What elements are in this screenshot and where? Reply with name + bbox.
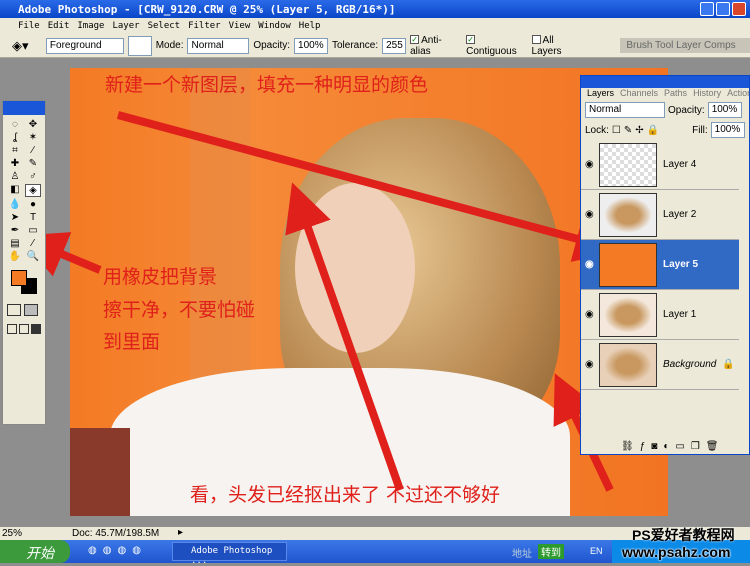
lock-icon: 🔒 bbox=[722, 359, 735, 370]
arrow-to-hair bbox=[285, 182, 404, 492]
watermark-line2: www.psahz.com bbox=[622, 544, 731, 560]
address-label: 地址 bbox=[512, 549, 532, 560]
layer-row-layer2[interactable]: ◉ Layer 2 bbox=[581, 190, 739, 240]
type-tool-icon[interactable]: T bbox=[25, 212, 41, 223]
eye-icon[interactable]: ◉ bbox=[585, 309, 594, 320]
layer-row-background[interactable]: ◉ Background 🔒 bbox=[581, 340, 739, 390]
layers-panel: Layers Channels Paths History Actions No… bbox=[580, 75, 750, 455]
quickmask-mode-icon[interactable] bbox=[24, 304, 38, 316]
layer-row-layer1[interactable]: ◉ Layer 1 bbox=[581, 290, 739, 340]
brush-tool-icon[interactable]: ✎ bbox=[25, 158, 41, 169]
eye-icon[interactable]: ◉ bbox=[585, 159, 594, 170]
layer-thumbnail bbox=[599, 242, 657, 287]
shape-tool-icon[interactable]: ▭ bbox=[25, 225, 41, 236]
fill-input[interactable]: 100% bbox=[710, 122, 745, 138]
ie-icon[interactable]: ◍ bbox=[88, 545, 97, 556]
eyedropper-tool-icon[interactable]: ⁄ bbox=[25, 238, 41, 249]
full-screen-menu-icon[interactable] bbox=[19, 324, 29, 334]
watermark-line1: PS爱好者教程网 bbox=[632, 527, 735, 543]
tab-history[interactable]: History bbox=[693, 88, 721, 100]
layer-name: Layer 5 bbox=[663, 259, 699, 270]
tab-paths[interactable]: Paths bbox=[664, 88, 687, 100]
marquee-tool-icon[interactable]: ◌ bbox=[7, 119, 23, 130]
layer-row-layer5[interactable]: ◉ Layer 5 bbox=[581, 240, 739, 290]
dodge-tool-icon[interactable]: ● bbox=[25, 199, 41, 210]
crop-tool-icon[interactable]: ⌗ bbox=[7, 145, 23, 156]
path-select-icon[interactable]: ➤ bbox=[7, 212, 23, 223]
move-tool-icon[interactable]: ✥ bbox=[25, 119, 41, 130]
eye-icon[interactable]: ◉ bbox=[585, 259, 594, 270]
layer-opacity-input[interactable]: 100% bbox=[707, 102, 742, 118]
status-menu-arrow-icon[interactable]: ▸ bbox=[178, 527, 183, 538]
lock-paint-icon[interactable]: ✎ bbox=[624, 125, 632, 136]
zoom-level[interactable]: 25% bbox=[2, 528, 22, 539]
lock-all-icon[interactable]: 🔒 bbox=[647, 125, 659, 136]
paint-bucket-tool-icon[interactable]: ◈ bbox=[25, 184, 41, 197]
adjustment-icon[interactable]: ◐ bbox=[663, 441, 669, 452]
lasso-tool-icon[interactable]: ʆ bbox=[7, 132, 23, 143]
history-brush-icon[interactable]: ♂ bbox=[25, 171, 41, 182]
layer-thumbnail bbox=[599, 142, 657, 187]
new-layer-icon[interactable]: ❐ bbox=[691, 441, 700, 452]
lock-position-icon[interactable]: ✢ bbox=[635, 125, 643, 136]
layer-thumbnail bbox=[599, 342, 657, 387]
layer-name: Background bbox=[663, 359, 717, 370]
arrow-to-eraser bbox=[17, 232, 102, 277]
layer-name: Layer 1 bbox=[663, 309, 697, 320]
pen-tool-icon[interactable]: ✒ bbox=[7, 225, 23, 236]
go-button[interactable]: 转到 bbox=[538, 544, 564, 559]
lock-transparency-icon[interactable]: ☐ bbox=[612, 125, 621, 136]
arrow-to-layer5 bbox=[116, 111, 624, 262]
eye-icon[interactable]: ◉ bbox=[585, 359, 594, 370]
full-screen-icon[interactable] bbox=[31, 324, 41, 334]
lock-label: Lock: bbox=[585, 124, 609, 136]
ie-icon[interactable]: ◍ bbox=[132, 545, 141, 556]
blur-tool-icon[interactable]: 💧 bbox=[7, 199, 23, 210]
annotation-left-3: 到里面 bbox=[103, 331, 161, 353]
new-set-icon[interactable]: ▭ bbox=[675, 441, 684, 452]
healing-tool-icon[interactable]: ✚ bbox=[7, 158, 23, 169]
toolbox-header[interactable] bbox=[3, 101, 45, 115]
fill-label: Fill: bbox=[692, 124, 708, 136]
layer-thumbnail bbox=[599, 192, 657, 237]
mask-icon[interactable]: ◙ bbox=[651, 441, 657, 452]
annotation-top: 新建一个新图层，填充一种明显的颜色 bbox=[105, 74, 429, 96]
blend-mode-select[interactable]: Normal bbox=[585, 102, 665, 118]
layer-name: Layer 2 bbox=[663, 209, 697, 220]
eye-icon[interactable]: ◉ bbox=[585, 209, 594, 220]
panel-header[interactable] bbox=[581, 76, 749, 88]
layer-style-icon[interactable]: ƒ bbox=[640, 441, 646, 452]
toolbox: ◌ ✥ ʆ ✶ ⌗ ∕ ✚ ✎ ♙ ♂ ◧ ◈ 💧 ● ➤ T ✒ ▭ ▤ ⁄ ✋ 🔍 bbox=[2, 100, 46, 425]
trash-icon[interactable]: 🗑 bbox=[706, 441, 719, 452]
magic-wand-tool-icon[interactable]: ✶ bbox=[25, 132, 41, 143]
hand-tool-icon[interactable]: ✋ bbox=[7, 251, 23, 262]
quick-launch: ◍ ◍ ◍ ◍ bbox=[88, 545, 141, 556]
annotation-bottom: 看，头发已经抠出来了 不过还不够好 bbox=[190, 484, 501, 506]
foreground-color-swatch[interactable] bbox=[11, 270, 27, 286]
layer-thumbnail bbox=[599, 292, 657, 337]
start-button[interactable]: 开始 bbox=[0, 540, 70, 563]
tab-layers[interactable]: Layers bbox=[587, 88, 614, 100]
language-indicator[interactable]: EN bbox=[590, 546, 603, 556]
doc-size: Doc: 45.7M/198.5M bbox=[72, 528, 160, 539]
tab-actions[interactable]: Actions bbox=[727, 88, 750, 100]
layer-opacity-label: Opacity: bbox=[668, 104, 705, 116]
quicklaunch-icon[interactable]: ◍ bbox=[117, 545, 126, 556]
eraser-tool-icon[interactable]: ◧ bbox=[7, 184, 23, 197]
layer-row-layer4[interactable]: ◉ Layer 4 bbox=[581, 140, 739, 190]
tab-channels[interactable]: Channels bbox=[620, 88, 658, 100]
stamp-tool-icon[interactable]: ♙ bbox=[7, 171, 23, 182]
annotation-left-1: 用橡皮把背景 bbox=[103, 266, 218, 288]
standard-mode-icon[interactable] bbox=[7, 304, 21, 316]
screen-mode-icon[interactable] bbox=[7, 324, 17, 334]
taskbar-photoshop[interactable]: Adobe Photoshop ... bbox=[172, 542, 287, 566]
annotation-left-2: 擦干净，不要怕碰 bbox=[103, 299, 256, 321]
notes-tool-icon[interactable]: ▤ bbox=[7, 238, 23, 249]
layer-name: Layer 4 bbox=[663, 159, 697, 170]
link-icon[interactable]: ⛓ bbox=[621, 441, 634, 452]
quicklaunch-icon[interactable]: ◍ bbox=[103, 545, 112, 556]
zoom-tool-icon[interactable]: 🔍 bbox=[25, 251, 41, 262]
slice-tool-icon[interactable]: ∕ bbox=[25, 145, 41, 156]
